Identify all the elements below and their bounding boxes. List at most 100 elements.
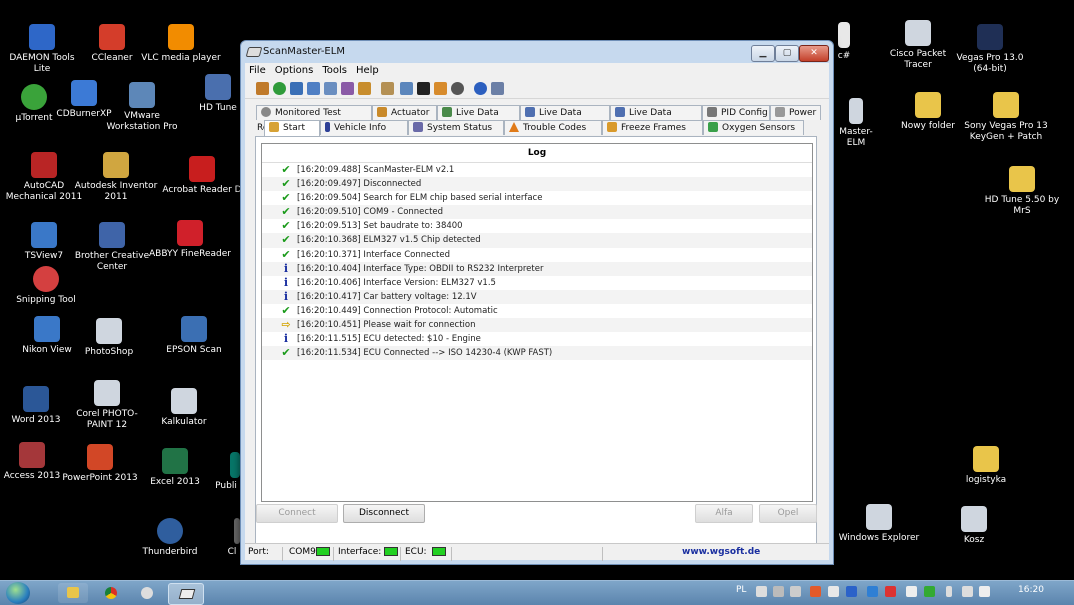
desktop-icon-vegas[interactable]: Vegas Pro 13.0 (64-bit) bbox=[952, 24, 1028, 75]
about-tool-icon[interactable] bbox=[474, 82, 487, 95]
tab-live-data-graph[interactable]: Live Data Graph bbox=[610, 105, 702, 133]
exit-tool-icon[interactable] bbox=[491, 82, 504, 95]
website-link[interactable]: www.wgsoft.de bbox=[682, 547, 760, 557]
tab-trouble-codes[interactable]: Trouble Codes bbox=[504, 120, 602, 135]
taskbar-explorer-button[interactable] bbox=[58, 583, 88, 603]
connect-tool-icon[interactable] bbox=[256, 82, 269, 95]
network-icon[interactable] bbox=[962, 586, 973, 597]
disconnect-button[interactable]: Disconnect bbox=[343, 504, 425, 523]
grid-tool-icon[interactable] bbox=[307, 82, 320, 95]
log-entry[interactable]: i [16:20:10.406] Interface Version: ELM32… bbox=[262, 276, 812, 290]
log-entry[interactable]: ✔ [16:20:10.371] Interface Connected bbox=[262, 248, 812, 262]
maximize-button[interactable]: ▢ bbox=[775, 45, 799, 62]
log-entry[interactable]: i [16:20:10.417] Car battery voltage: 12.… bbox=[262, 289, 812, 304]
language-indicator[interactable]: PL bbox=[736, 585, 746, 599]
battery-icon[interactable] bbox=[946, 586, 952, 597]
log-entry[interactable]: ✔ [16:20:11.534] ECU Connected --> ISO 14… bbox=[262, 346, 812, 361]
opel-button[interactable]: Opel bbox=[759, 504, 817, 523]
desktop-icon-logistyka[interactable]: logistyka bbox=[944, 446, 1028, 486]
tab-start[interactable]: Start bbox=[264, 120, 320, 137]
log-entry[interactable]: ✔ [16:20:10.449] Connection Protocol: Aut… bbox=[262, 304, 812, 318]
log-entry[interactable]: ✔ [16:20:09.513] Set baudrate to: 38400 bbox=[262, 219, 812, 233]
battery-tool-icon[interactable] bbox=[434, 82, 447, 95]
log-entry[interactable]: ✔ [16:20:09.497] Disconnected bbox=[262, 177, 812, 192]
tray-icon[interactable] bbox=[885, 586, 896, 597]
desktop-icon-excel[interactable]: Excel 2013 bbox=[133, 448, 217, 488]
menu-tools[interactable]: Tools bbox=[318, 63, 352, 76]
tab-vehicle-info[interactable]: Vehicle Info bbox=[320, 120, 408, 135]
graph-tool-icon[interactable] bbox=[341, 82, 354, 95]
clock[interactable]: 16:20 bbox=[1018, 585, 1044, 599]
log-entry[interactable]: ✔ [16:20:09.510] COM9 - Connected bbox=[262, 205, 812, 220]
desktop-icon-scanmaster[interactable]: Master-ELM bbox=[832, 98, 880, 149]
volume-icon[interactable] bbox=[979, 586, 990, 597]
desktop-icon-thunderbird[interactable]: Thunderbird bbox=[128, 518, 212, 558]
tab-live-data-grid[interactable]: Live Data Grid bbox=[437, 105, 520, 133]
desktop-icon-kalkulator[interactable]: Kalkulator bbox=[142, 388, 226, 428]
taskbar-scanmaster-button[interactable] bbox=[168, 583, 204, 605]
tab-freeze-frames[interactable]: Freeze Frames bbox=[602, 120, 703, 135]
dollar-tool-icon[interactable] bbox=[358, 82, 371, 95]
tab-system-status[interactable]: System Status bbox=[408, 120, 504, 135]
menu-file[interactable]: File bbox=[245, 63, 271, 76]
desktop-icon-photoshop[interactable]: PhotoShop bbox=[67, 318, 151, 358]
desktop-icon-vegas-keygen[interactable]: Sony Vegas Pro 13 KeyGen + Patch bbox=[964, 92, 1048, 143]
tab-oxygen-sensors[interactable]: Oxygen Sensors bbox=[703, 120, 804, 135]
desktop-icon-nowy-folder[interactable]: Nowy folder bbox=[886, 92, 970, 132]
tray-icon[interactable] bbox=[773, 586, 784, 597]
desktop-icon-cl[interactable]: Cl bbox=[224, 518, 240, 558]
minimize-button[interactable]: ▁ bbox=[751, 45, 775, 62]
wheel-tool-icon[interactable] bbox=[451, 82, 464, 95]
desktop-icon-explorer[interactable]: Windows Explorer bbox=[837, 504, 921, 544]
tab-actuator[interactable]: Actuator bbox=[372, 105, 437, 120]
tray-icon[interactable] bbox=[924, 586, 935, 597]
desktop-icon-vlc[interactable]: VLC media player bbox=[139, 24, 223, 64]
log-entry[interactable]: ✔ [16:20:09.504] Search for ELM chip base… bbox=[262, 191, 812, 205]
taskbar-chrome-button[interactable] bbox=[96, 583, 126, 603]
start-button[interactable] bbox=[6, 582, 30, 604]
tab-monitored-test-results[interactable]: Monitored Test Results bbox=[256, 105, 372, 133]
tray-icon[interactable] bbox=[810, 586, 821, 597]
desktop-icon-abbyy[interactable]: ABBYY FineReader bbox=[148, 220, 232, 260]
desktop-icon-recycle-bin[interactable]: Kosz bbox=[932, 506, 1016, 546]
keyboard-icon[interactable] bbox=[756, 586, 767, 597]
desktop-icon-hdtune-550[interactable]: HD Tune 5.50 by MrS bbox=[980, 166, 1064, 217]
desktop-icon-hd-tune[interactable]: HD Tune bbox=[188, 74, 248, 114]
tray-icon[interactable] bbox=[867, 586, 878, 597]
menu-options[interactable]: Options bbox=[271, 63, 319, 76]
connect-button[interactable]: Connect bbox=[256, 504, 338, 523]
desktop-icon-snipping[interactable]: Snipping Tool bbox=[4, 266, 88, 306]
terminal-tool-icon[interactable] bbox=[417, 82, 430, 95]
taskbar-app-button[interactable] bbox=[132, 583, 162, 603]
desktop-icon-powerpoint[interactable]: PowerPoint 2013 bbox=[58, 444, 142, 484]
desktop-icon-csharp[interactable]: c# bbox=[832, 22, 856, 62]
log-entry[interactable]: ✔ [16:20:09.488] ScanMaster-ELM v2.1 bbox=[262, 163, 812, 177]
log-entry[interactable]: i [16:20:11.515] ECU detected: $10 - Engi… bbox=[262, 332, 812, 346]
globe-tool-icon[interactable] bbox=[273, 82, 286, 95]
log-list[interactable]: Log ✔ [16:20:09.488] ScanMaster-ELM v2.1 ✔… bbox=[261, 143, 813, 502]
tray-icon[interactable] bbox=[790, 586, 801, 597]
log-entry[interactable]: ✔ [16:20:10.368] ELM327 v1.5 Chip detecte… bbox=[262, 233, 812, 248]
tray-icon[interactable] bbox=[906, 586, 917, 597]
alfa-button[interactable]: Alfa bbox=[695, 504, 753, 523]
tab-power[interactable]: Power bbox=[770, 105, 821, 120]
desktop-icon-cisco[interactable]: Cisco Packet Tracer bbox=[876, 20, 960, 71]
desktop-icon-corel[interactable]: Corel PHOTO-PAINT 12 bbox=[65, 380, 149, 431]
tab-live-data-meter[interactable]: Live Data Meter bbox=[520, 105, 610, 133]
desktop-icon-vmware[interactable]: VMware Workstation Pro bbox=[100, 82, 184, 133]
tab-pid-config[interactable]: PID Config bbox=[702, 105, 770, 120]
tray-icon[interactable] bbox=[828, 586, 839, 597]
desktop-icon-acrobat[interactable]: Acrobat Reader D bbox=[160, 156, 244, 196]
tray-icon[interactable] bbox=[846, 586, 857, 597]
meter-tool-icon[interactable] bbox=[324, 82, 337, 95]
info-tool-icon[interactable] bbox=[290, 82, 303, 95]
log-entry[interactable]: ⇨ [16:20:10.451] Please wait for connecti… bbox=[262, 318, 812, 333]
log-entry[interactable]: i [16:20:10.404] Interface Type: OBDII to… bbox=[262, 261, 812, 276]
title-bar[interactable]: ScanMaster-ELM ▁ ▢ ✕ bbox=[241, 41, 833, 63]
desktop-icon-epson[interactable]: EPSON Scan bbox=[152, 316, 236, 356]
desktop-icon-inventor[interactable]: Autodesk Inventor 2011 bbox=[74, 152, 158, 203]
menu-help[interactable]: Help bbox=[352, 63, 384, 76]
clipboard-tool-icon[interactable] bbox=[381, 82, 394, 95]
chat-tool-icon[interactable] bbox=[400, 82, 413, 95]
desktop-icon-publisher[interactable]: Publi bbox=[212, 452, 240, 492]
